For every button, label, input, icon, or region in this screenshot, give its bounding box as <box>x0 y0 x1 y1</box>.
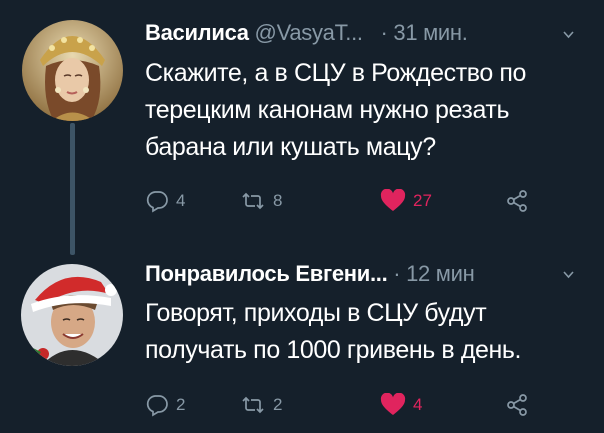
like-button[interactable]: 4 <box>380 391 422 419</box>
retweet-count: 2 <box>273 395 283 414</box>
tweet[interactable]: Понравилось Евгени... · 12 мин Говорят, … <box>0 252 604 433</box>
share-button[interactable] <box>505 391 529 419</box>
reply-count: 2 <box>176 395 186 414</box>
like-icon <box>380 393 406 417</box>
retweet-button[interactable]: 8 <box>240 187 282 215</box>
meta-separator: · <box>380 20 388 45</box>
like-count: 4 <box>413 395 423 414</box>
timestamp[interactable]: 12 мин <box>406 261 475 286</box>
chevron-down-icon[interactable] <box>563 27 574 39</box>
reply-icon <box>145 189 169 213</box>
like-count: 27 <box>413 191 432 210</box>
avatar[interactable] <box>22 20 123 121</box>
tweet-text: Говорят, приходы в СЦУ будут получать по… <box>145 299 522 364</box>
avatar[interactable] <box>21 264 123 366</box>
author-name[interactable]: Понравилось Евгени... <box>145 261 388 286</box>
share-icon <box>505 189 529 213</box>
tweet-header: Понравилось Евгени... · 12 мин <box>145 261 475 287</box>
reply-icon <box>145 393 169 417</box>
reply-count: 4 <box>176 191 186 210</box>
meta-separator: · <box>393 261 401 286</box>
share-icon <box>505 393 529 417</box>
retweet-icon <box>240 189 266 213</box>
share-button[interactable] <box>505 187 529 215</box>
like-icon <box>380 189 406 213</box>
tweet-actions: 2 2 4 <box>145 391 585 419</box>
author-name[interactable]: Василиса <box>145 20 249 45</box>
tweet-header: Василиса @VasyaT... · 31 мин. <box>145 20 468 46</box>
retweet-button[interactable]: 2 <box>240 391 282 419</box>
reply-button[interactable]: 4 <box>145 187 185 215</box>
tweet-actions: 4 8 27 <box>145 187 585 215</box>
retweet-count: 8 <box>273 191 283 210</box>
author-handle[interactable]: @VasyaT... <box>255 20 363 45</box>
retweet-icon <box>240 393 266 417</box>
timestamp[interactable]: 31 мин. <box>393 20 467 45</box>
like-button[interactable]: 27 <box>380 187 432 215</box>
reply-button[interactable]: 2 <box>145 391 185 419</box>
chevron-down-icon[interactable] <box>563 267 574 279</box>
tweet[interactable]: Василиса @VasyaT... · 31 мин. Скажите, а… <box>0 0 604 252</box>
tweet-text: Скажите, а в СЦУ в Рождество по терецким… <box>145 59 527 161</box>
